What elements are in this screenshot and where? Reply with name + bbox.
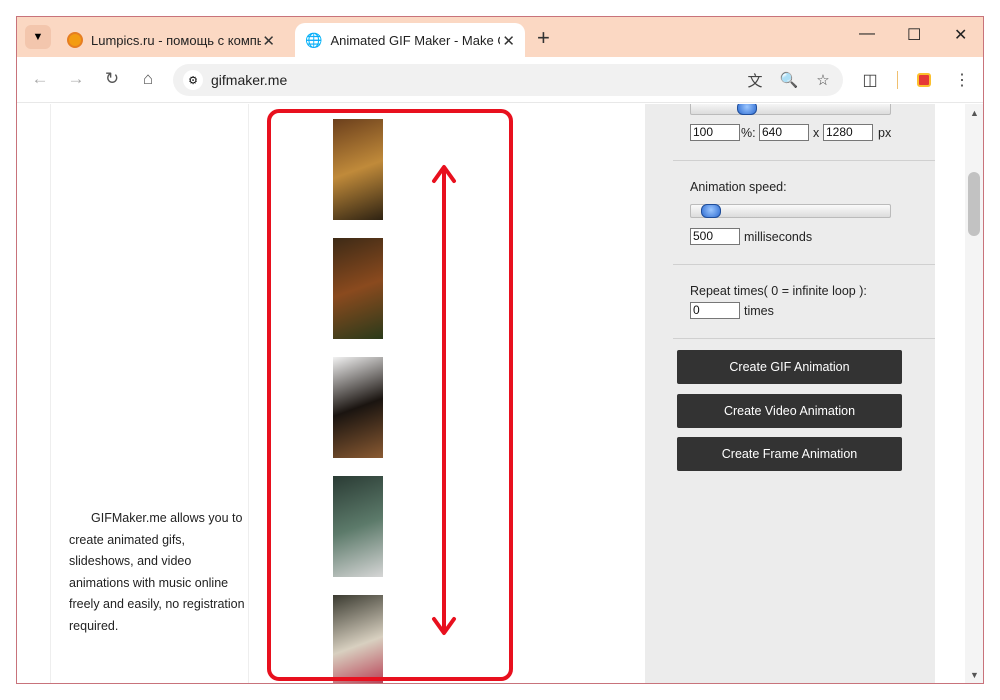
profile-extension-icon[interactable] xyxy=(913,69,935,91)
scroll-up-icon[interactable]: ▲ xyxy=(970,108,979,118)
tab-lumpics[interactable]: Lumpics.ru - помощь с компьютером ✕ xyxy=(59,23,285,57)
annotation-highlight-box xyxy=(267,109,513,681)
vertical-scrollbar[interactable]: ▲ ▼ xyxy=(965,104,983,683)
height-input[interactable]: 1280 xyxy=(823,124,873,141)
speed-input[interactable]: 500 xyxy=(690,228,740,245)
tab-title: Lumpics.ru - помощь с компьютером xyxy=(91,32,261,48)
left-gutter xyxy=(17,104,51,683)
size-slider[interactable] xyxy=(690,104,891,115)
tab-title: Animated GIF Maker - Make GIF xyxy=(330,32,501,48)
reload-icon[interactable]: ↻ xyxy=(101,68,123,90)
chevron-down-icon: ▼ xyxy=(32,31,44,43)
repeat-unit: times xyxy=(744,304,774,318)
scrollbar-thumb[interactable] xyxy=(968,172,980,236)
divider xyxy=(673,160,935,161)
speed-slider-thumb[interactable] xyxy=(701,204,721,218)
width-input[interactable]: 640 xyxy=(759,124,809,141)
tab-gifmaker[interactable]: 🌐 Animated GIF Maker - Make GIF ✕ xyxy=(295,23,525,57)
extensions-icon[interactable]: ◫ xyxy=(859,69,881,91)
speed-slider[interactable] xyxy=(690,204,891,218)
site-description: GIFMaker.me allows you to create animate… xyxy=(69,511,245,633)
url-text: gifmaker.me xyxy=(211,72,288,88)
page-content: GIFMaker.me allows you to create animate… xyxy=(17,104,983,683)
bookmark-star-icon[interactable]: ☆ xyxy=(813,70,833,90)
right-margin xyxy=(935,104,965,683)
percent-separator: %: xyxy=(741,126,756,140)
forward-arrow-icon[interactable]: → xyxy=(65,68,87,90)
divider xyxy=(673,338,935,339)
address-bar[interactable]: ⚙ gifmaker.me 文 🔍 ☆ xyxy=(173,64,843,96)
create-video-button[interactable]: Create Video Animation xyxy=(677,394,902,428)
menu-kebab-icon[interactable]: ⋮ xyxy=(951,69,973,91)
back-arrow-icon[interactable]: ← xyxy=(29,68,51,90)
orange-favicon-icon xyxy=(67,32,83,48)
minimize-button[interactable]: — xyxy=(859,25,875,43)
browser-toolbar: ← → ↻ ⌂ ⚙ gifmaker.me 文 🔍 ☆ ◫ ⋮ xyxy=(17,57,983,103)
browser-window: ▼ Lumpics.ru - помощь с компьютером ✕ 🌐 … xyxy=(16,16,984,684)
maximize-button[interactable]: ☐ xyxy=(907,25,921,45)
repeat-input[interactable]: 0 xyxy=(690,302,740,319)
site-info-icon[interactable]: ⚙ xyxy=(183,70,203,90)
speed-label: Animation speed: xyxy=(690,180,787,194)
create-frame-button[interactable]: Create Frame Animation xyxy=(677,437,902,471)
tab-bar: ▼ Lumpics.ru - помощь с компьютером ✕ 🌐 … xyxy=(17,17,983,57)
create-gif-button[interactable]: Create GIF Animation xyxy=(677,350,902,384)
zoom-icon[interactable]: 🔍 xyxy=(779,70,799,90)
speed-unit: milliseconds xyxy=(744,230,813,244)
toolbar-divider xyxy=(897,71,898,89)
size-x-separator: x xyxy=(813,126,820,140)
new-tab-button[interactable]: + xyxy=(537,25,550,51)
scroll-down-icon[interactable]: ▼ xyxy=(970,670,979,680)
divider xyxy=(673,264,935,265)
tab-search-button[interactable]: ▼ xyxy=(25,25,51,49)
settings-panel: 100 %: 640 x 1280 px Animation speed: 50… xyxy=(645,104,935,683)
double-arrow-icon xyxy=(432,165,456,635)
size-percent-input[interactable]: 100 xyxy=(690,124,740,141)
repeat-label: Repeat times( 0 = infinite loop ): xyxy=(690,284,867,298)
size-unit: px xyxy=(878,126,892,140)
close-tab-icon[interactable]: ✕ xyxy=(502,32,515,50)
description-column: GIFMaker.me allows you to create animate… xyxy=(51,104,249,683)
globe-icon: 🌐 xyxy=(305,31,323,48)
close-tab-icon[interactable]: ✕ xyxy=(262,32,275,50)
translate-icon[interactable]: 文 xyxy=(745,70,765,90)
size-slider-thumb[interactable] xyxy=(737,104,757,115)
window-close-button[interactable]: ✕ xyxy=(954,25,967,45)
home-icon[interactable]: ⌂ xyxy=(137,68,159,90)
